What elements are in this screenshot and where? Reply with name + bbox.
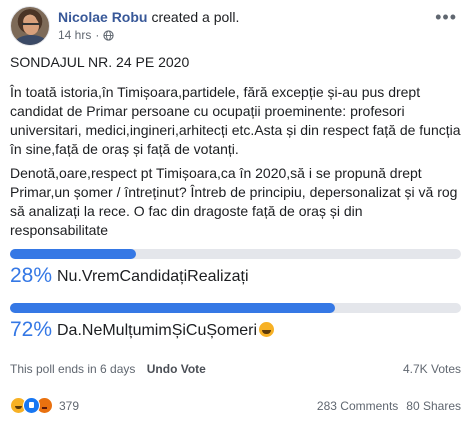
more-options-icon[interactable]: ••• bbox=[435, 8, 457, 26]
poll-option-1-text: Nu.VremCandidațiRealizați bbox=[57, 268, 249, 285]
like-reaction-icon bbox=[23, 397, 40, 414]
post-paragraph-1: În toată istoria,în Timișoara,partidele,… bbox=[10, 84, 461, 157]
avatar[interactable] bbox=[10, 6, 50, 46]
post-header: Nicolae Robu created a poll. 14 hrs · ••• bbox=[10, 6, 461, 46]
poll-option-1-bar[interactable] bbox=[10, 249, 461, 259]
undo-vote-button[interactable]: Undo Vote bbox=[147, 362, 206, 376]
author-line: Nicolae Robu created a poll. bbox=[58, 9, 239, 25]
avatar-shirt bbox=[15, 35, 47, 45]
shares-count-link[interactable]: 80 Shares bbox=[406, 399, 461, 413]
poll-option-1-percent: 28% bbox=[10, 264, 53, 287]
poll-option-2-bar-fill bbox=[10, 303, 335, 313]
post-meta: 14 hrs · bbox=[58, 28, 114, 42]
poll-footer: This poll ends in 6 days Undo Vote 4.7K … bbox=[10, 362, 461, 376]
reactions-summary[interactable]: 379 bbox=[10, 397, 79, 414]
poll-option-1-label[interactable]: Nu.VremCandidațiRealizați bbox=[57, 268, 249, 286]
laughing-emoji-icon bbox=[259, 322, 275, 337]
post-timestamp[interactable]: 14 hrs bbox=[58, 28, 91, 42]
meta-separator: · bbox=[95, 28, 100, 42]
author-name-link[interactable]: Nicolae Robu bbox=[58, 9, 147, 25]
reaction-count: 379 bbox=[59, 398, 80, 413]
poll-option-1-bar-fill bbox=[10, 249, 137, 259]
poll-ends-text: This poll ends in 6 days bbox=[10, 362, 136, 376]
poll-option-2-label[interactable]: Da.NeMulțumimȘiCuȘomeri bbox=[57, 322, 275, 340]
post-title: SONDAJUL NR. 24 PE 2020 bbox=[10, 54, 190, 70]
author-action: created a poll. bbox=[151, 9, 240, 25]
poll-vote-count[interactable]: 4.7K Votes bbox=[403, 362, 461, 376]
poll-option-2-text: Da.NeMulțumimȘiCuȘomeri bbox=[57, 322, 258, 339]
poll-option-2-percent: 72% bbox=[10, 318, 53, 341]
avatar-glasses bbox=[22, 23, 40, 27]
post-paragraph-2: Denotă,oare,respect pt Timișoara,ca în 2… bbox=[10, 165, 458, 238]
engagement-summary: 283 Comments 80 Shares bbox=[317, 399, 461, 413]
comments-count-link[interactable]: 283 Comments bbox=[317, 399, 398, 413]
globe-icon[interactable] bbox=[103, 29, 114, 41]
poll-option-2-bar[interactable] bbox=[10, 303, 461, 313]
